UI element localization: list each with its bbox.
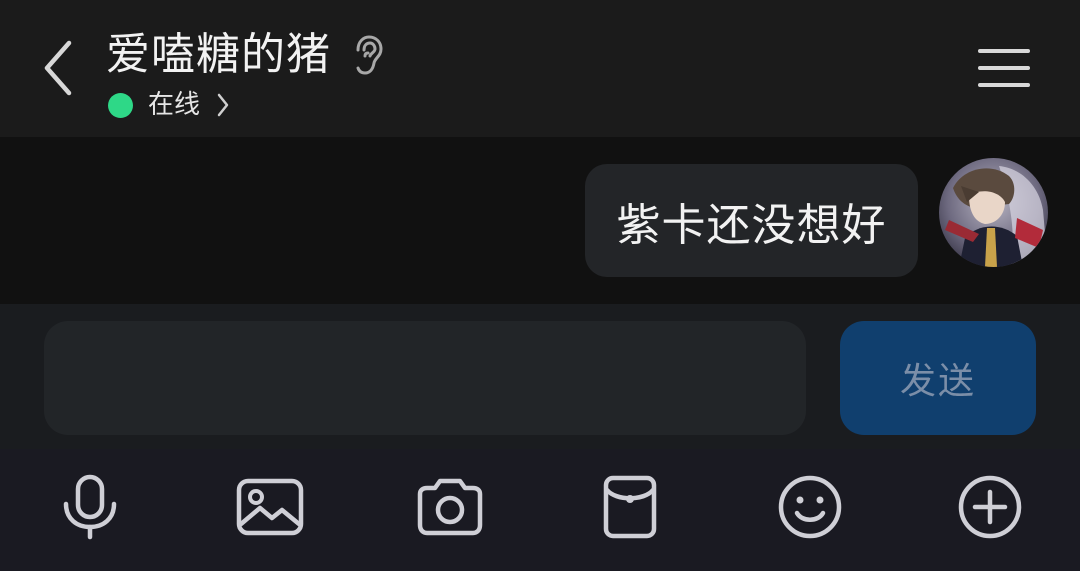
camera-icon: [417, 478, 483, 536]
image-icon: [236, 478, 304, 536]
contact-name[interactable]: 爱嗑糖的猪: [106, 26, 331, 84]
emoji-icon: [778, 475, 842, 539]
avatar[interactable]: [939, 158, 1048, 267]
camera-button[interactable]: [410, 467, 490, 547]
voice-button[interactable]: [50, 467, 130, 547]
message-input[interactable]: [44, 321, 806, 435]
composer: 发送: [0, 304, 1080, 449]
message-text: 紫卡还没想好: [616, 199, 887, 251]
message-list[interactable]: 紫卡还没想好: [0, 137, 1080, 304]
chat-header: 爱嗑糖的猪 在线: [0, 0, 1080, 137]
chevron-right-icon: [217, 93, 229, 117]
back-button[interactable]: [30, 36, 86, 100]
more-button[interactable]: [950, 467, 1030, 547]
red-packet-button[interactable]: [590, 467, 670, 547]
menu-button[interactable]: [972, 40, 1036, 96]
red-packet-icon: [603, 475, 657, 539]
title-row: 爱嗑糖的猪: [106, 26, 385, 84]
ear-icon[interactable]: [351, 35, 385, 75]
online-status[interactable]: 在线: [108, 86, 230, 124]
online-status-dot: [108, 92, 133, 118]
online-status-text: 在线: [148, 90, 201, 120]
send-button[interactable]: 发送: [840, 321, 1036, 435]
input-toolbar: [0, 449, 1080, 571]
chat-screen: 爱嗑糖的猪 在线 紫卡还没想好 发送: [0, 0, 1080, 571]
message-bubble[interactable]: 紫卡还没想好: [585, 164, 918, 277]
hamburger-menu-icon: [978, 49, 1030, 87]
microphone-icon: [63, 474, 117, 540]
chevron-left-icon: [44, 40, 72, 96]
avatar-image: [939, 158, 1048, 267]
plus-circle-icon: [958, 475, 1022, 539]
emoji-button[interactable]: [770, 467, 850, 547]
image-button[interactable]: [230, 467, 310, 547]
